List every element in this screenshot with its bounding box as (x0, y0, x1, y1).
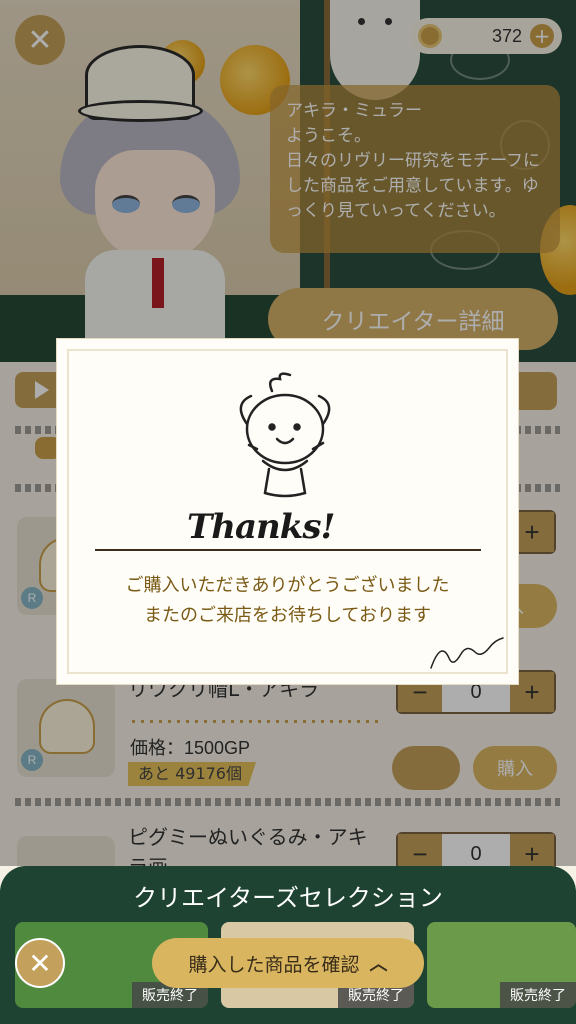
signature-scribble (430, 637, 504, 669)
close-panel-button[interactable]: ✕ (15, 938, 65, 988)
thanks-message: ご購入いただきありがとうございました またのご来店をお待ちしております (67, 571, 508, 631)
mascot-sketch (239, 372, 331, 498)
message-line: またのご来店をお待ちしております (144, 605, 431, 626)
sold-out-tag: 販売終了 (500, 982, 576, 1008)
message-line: ご購入いただきありがとうございました (125, 575, 450, 596)
view-purchased-button[interactable]: 購入した商品を確認 ︿ (152, 938, 424, 988)
close-icon: ✕ (28, 946, 52, 980)
creator-banner[interactable]: 販売終了 (427, 922, 576, 1008)
view-purchased-label: 購入した商品を確認 (188, 953, 360, 976)
thanks-heading: Thanks! (187, 507, 335, 547)
divider-line (95, 549, 481, 551)
chevron-up-icon: ︿ (369, 954, 388, 975)
thanks-modal[interactable]: Thanks! ご購入いただきありがとうございました またのご来店をお待ちしてお… (56, 338, 519, 685)
creators-selection-title: クリエイターズセレクション (133, 884, 443, 912)
